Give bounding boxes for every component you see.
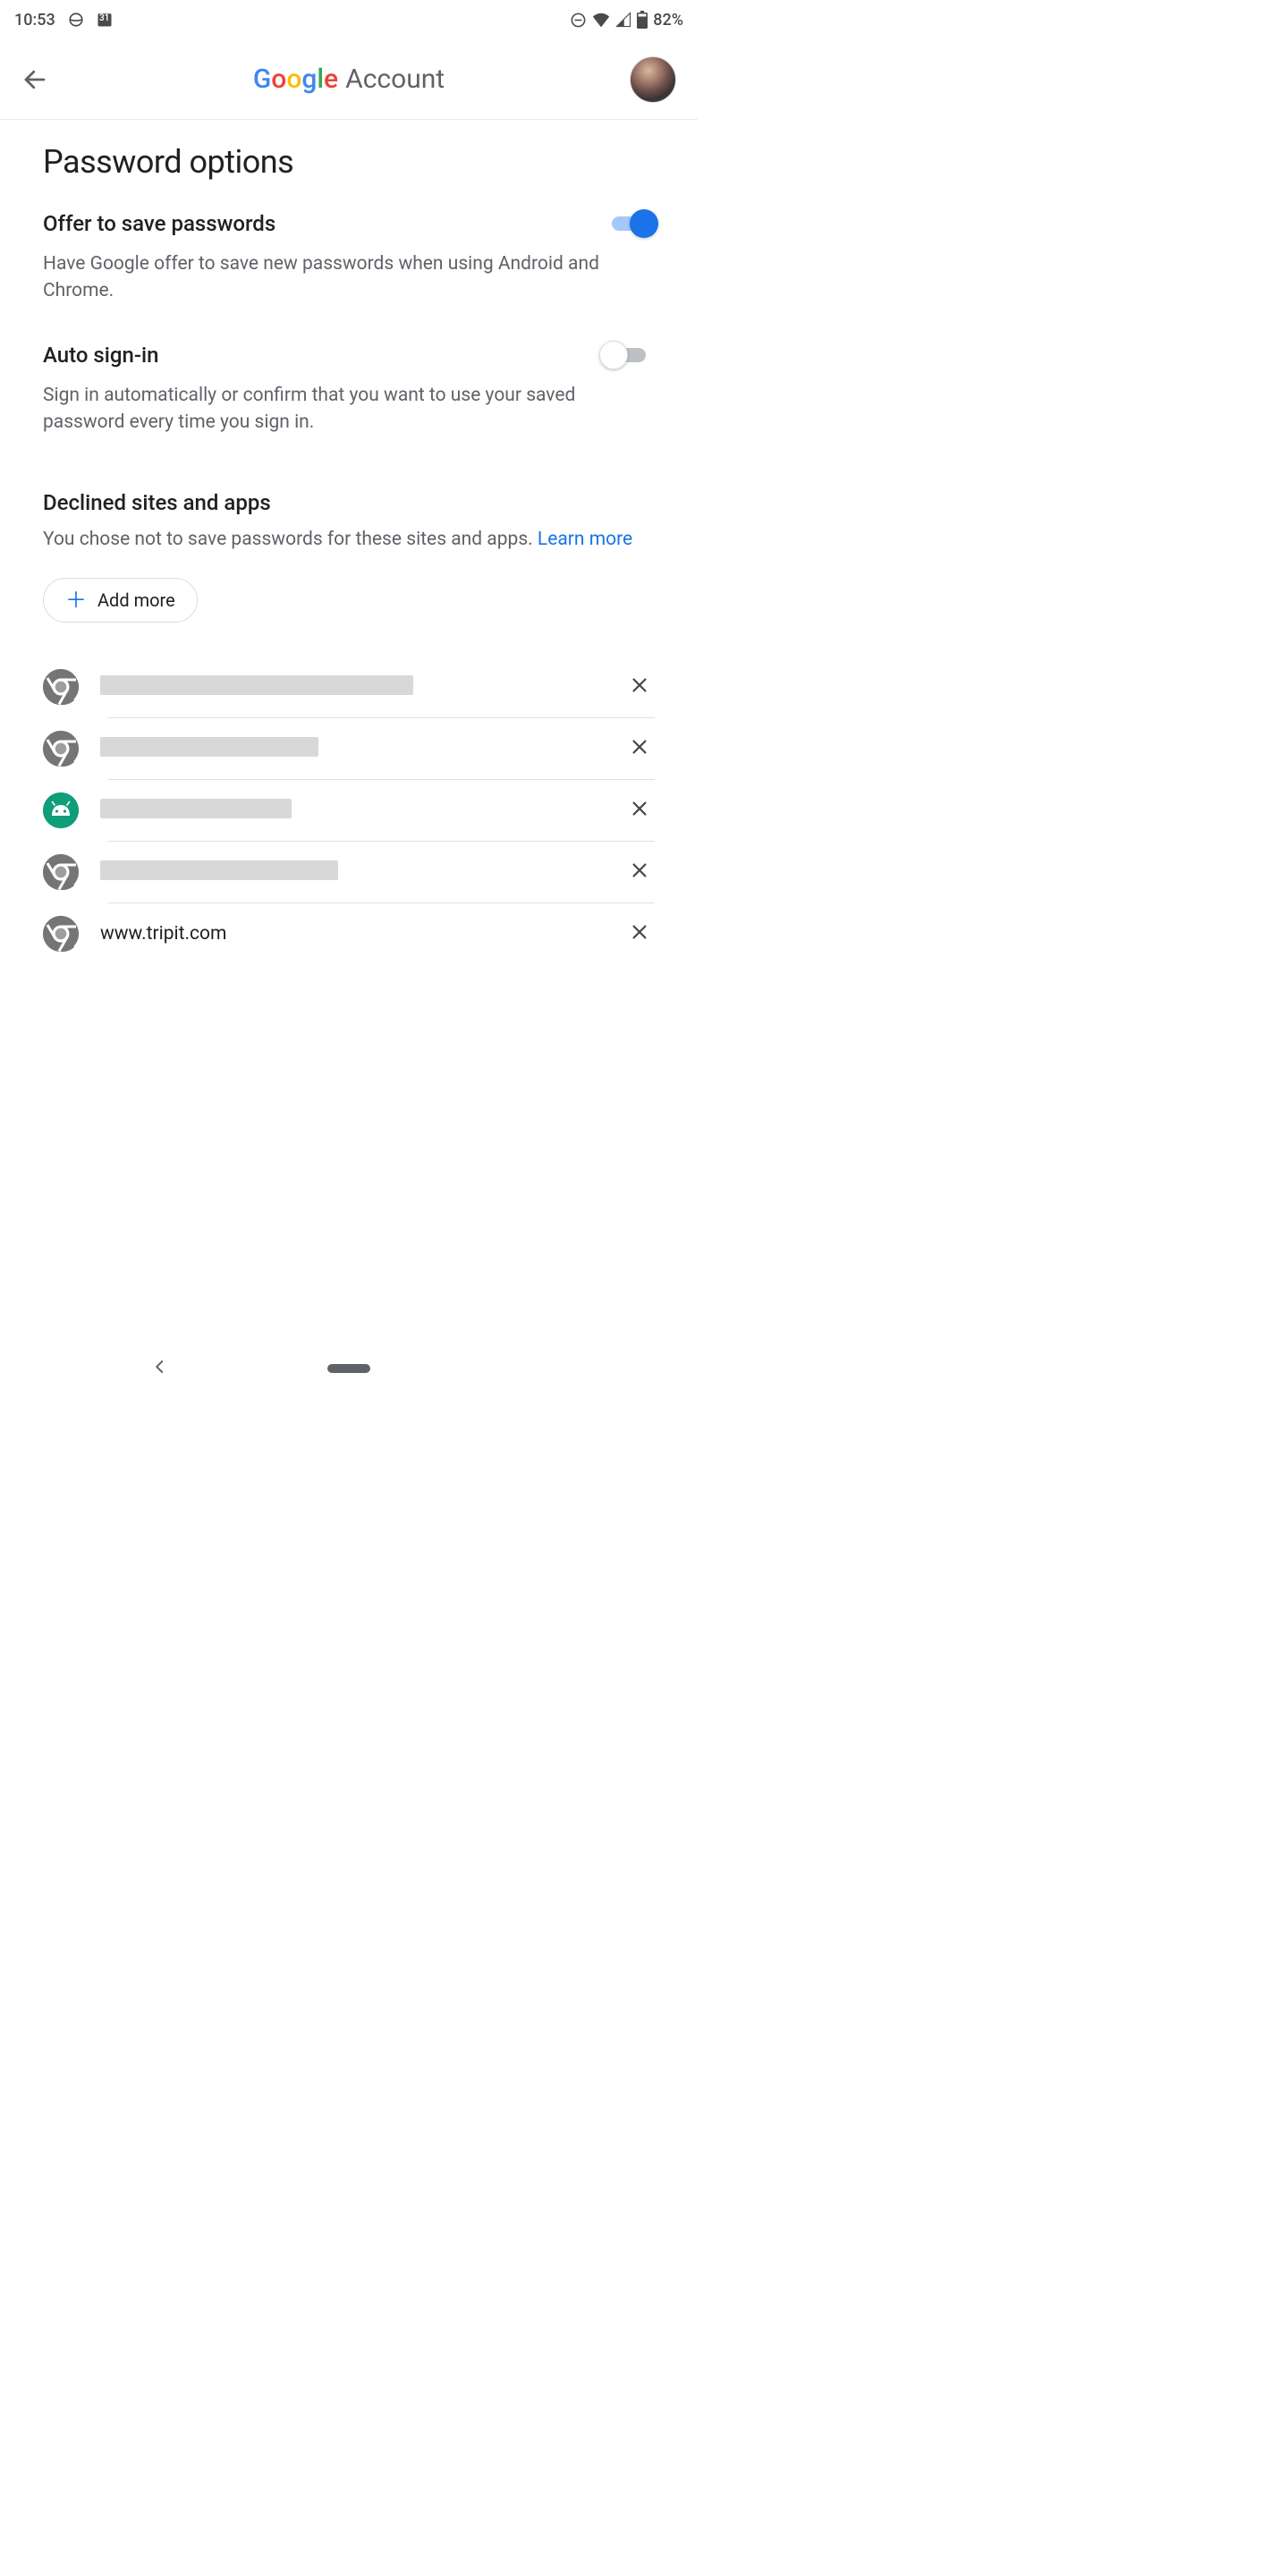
site-label bbox=[100, 675, 603, 699]
remove-site-button[interactable] bbox=[624, 855, 655, 890]
avatar[interactable] bbox=[630, 56, 676, 103]
battery-percent: 82% bbox=[653, 11, 683, 30]
signal-icon bbox=[615, 12, 631, 28]
wifi-icon bbox=[592, 12, 610, 28]
dnd-icon bbox=[570, 12, 587, 29]
toggle-auto-sign-in[interactable] bbox=[603, 341, 655, 369]
site-label bbox=[100, 860, 603, 884]
site-list: www.tripit.com bbox=[43, 657, 655, 964]
redacted-text bbox=[100, 737, 318, 757]
status-right: 82% bbox=[570, 11, 683, 30]
remove-site-button[interactable] bbox=[624, 793, 655, 828]
toggle-offer-save[interactable] bbox=[603, 209, 655, 238]
remove-site-button[interactable] bbox=[624, 732, 655, 767]
remove-site-button[interactable] bbox=[624, 917, 655, 952]
plus-icon: ＋ bbox=[65, 589, 87, 611]
chrome-icon bbox=[43, 916, 79, 952]
learn-more-link[interactable]: Learn more bbox=[538, 529, 632, 550]
remove-site-button[interactable] bbox=[624, 670, 655, 705]
declined-desc: You chose not to save passwords for thes… bbox=[43, 526, 655, 553]
declined-title: Declined sites and apps bbox=[43, 490, 655, 515]
weather-icon bbox=[68, 12, 84, 28]
content: Password options Offer to save passwords… bbox=[0, 120, 698, 964]
nav-home-pill[interactable] bbox=[327, 1364, 370, 1373]
redacted-text bbox=[100, 799, 292, 818]
android-icon bbox=[43, 792, 79, 828]
setting-auto-sign-in-desc: Sign in automatically or confirm that yo… bbox=[43, 382, 655, 436]
status-left: 10:53 31 bbox=[14, 11, 113, 30]
nav-back-icon[interactable] bbox=[152, 1359, 168, 1378]
calendar-icon: 31 bbox=[97, 12, 113, 28]
setting-offer-save: Offer to save passwords Have Google offe… bbox=[43, 209, 655, 305]
site-row bbox=[43, 718, 655, 779]
setting-auto-sign-in: Auto sign-in Sign in automatically or co… bbox=[43, 341, 655, 436]
setting-auto-sign-in-title: Auto sign-in bbox=[43, 343, 159, 368]
chrome-icon bbox=[43, 854, 79, 890]
site-name: www.tripit.com bbox=[100, 923, 226, 945]
redacted-text bbox=[100, 675, 413, 695]
setting-offer-save-desc: Have Google offer to save new passwords … bbox=[43, 250, 655, 305]
brand-title: Google Account bbox=[253, 64, 445, 95]
declined-section: Declined sites and apps You chose not to… bbox=[43, 490, 655, 623]
clock-text: 10:53 bbox=[14, 11, 55, 30]
setting-offer-save-title: Offer to save passwords bbox=[43, 211, 275, 236]
add-more-label: Add more bbox=[97, 589, 175, 611]
site-row: www.tripit.com bbox=[43, 903, 655, 964]
site-label: www.tripit.com bbox=[100, 923, 603, 945]
chrome-icon bbox=[43, 669, 79, 705]
redacted-text bbox=[100, 860, 338, 880]
add-more-button[interactable]: ＋ Add more bbox=[43, 578, 198, 623]
back-button[interactable] bbox=[21, 66, 48, 93]
site-row bbox=[43, 842, 655, 902]
site-row bbox=[43, 780, 655, 841]
app-header: Google Account bbox=[0, 39, 698, 120]
chrome-icon bbox=[43, 731, 79, 767]
page-title: Password options bbox=[43, 143, 655, 181]
declined-desc-text: You chose not to save passwords for thes… bbox=[43, 529, 538, 550]
system-nav-bar bbox=[0, 1342, 698, 1395]
brand-suffix: Account bbox=[345, 64, 445, 95]
calendar-badge: 31 bbox=[97, 13, 113, 23]
site-row bbox=[43, 657, 655, 717]
status-bar: 10:53 31 82% bbox=[0, 0, 698, 39]
site-label bbox=[100, 799, 603, 822]
site-label bbox=[100, 737, 603, 760]
battery-icon bbox=[637, 11, 648, 29]
